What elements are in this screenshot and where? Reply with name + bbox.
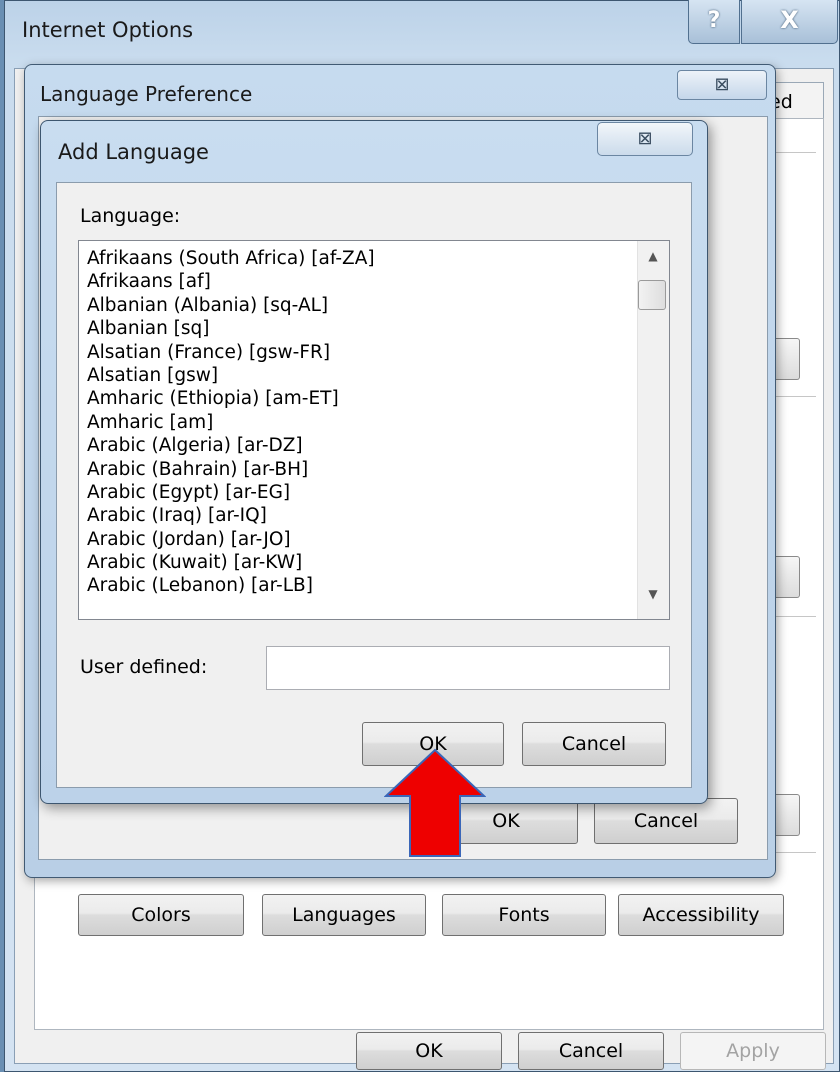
language-option[interactable]: Arabic (Lebanon) [ar-LB] xyxy=(87,574,627,597)
add-language-title: Add Language xyxy=(58,140,209,164)
red-arrow-icon xyxy=(384,748,486,857)
scroll-up-arrow-icon[interactable]: ▲ xyxy=(643,248,663,264)
group-divider xyxy=(776,152,816,153)
hidden-button-1[interactable] xyxy=(776,338,800,380)
language-option[interactable]: Arabic (Kuwait) [ar-KW] xyxy=(87,551,627,574)
language-option[interactable]: Arabic (Iraq) [ar-IQ] xyxy=(87,504,627,527)
language-option[interactable]: Amharic (Ethiopia) [am-ET] xyxy=(87,387,627,410)
language-listbox[interactable]: Afrikaans (South Africa) [af-ZA] Afrikaa… xyxy=(78,240,670,620)
language-preference-title: Language Preference xyxy=(40,82,253,106)
language-preference-close-button[interactable]: ⊠ xyxy=(677,70,767,100)
hidden-button-3[interactable] xyxy=(776,794,800,836)
language-option[interactable]: Afrikaans [af] xyxy=(87,270,627,293)
help-button[interactable]: ? xyxy=(688,0,740,44)
fonts-button[interactable]: Fonts xyxy=(442,894,606,936)
internet-options-cancel-button[interactable]: Cancel xyxy=(518,1032,664,1070)
colors-button[interactable]: Colors xyxy=(78,894,244,936)
language-option[interactable]: Alsatian (France) [gsw-FR] xyxy=(87,341,627,364)
hidden-button-2[interactable] xyxy=(776,556,800,598)
language-preference-cancel-button[interactable]: Cancel xyxy=(594,798,738,844)
group-divider xyxy=(776,396,816,397)
language-label: Language: xyxy=(80,205,181,227)
language-option[interactable]: Arabic (Algeria) [ar-DZ] xyxy=(87,434,627,457)
window-close-button[interactable]: X xyxy=(741,0,838,44)
languages-button[interactable]: Languages xyxy=(262,894,426,936)
language-option[interactable]: Afrikaans (South Africa) [af-ZA] xyxy=(87,247,627,270)
language-option[interactable]: Albanian (Albania) [sq-AL] xyxy=(87,294,627,317)
language-option[interactable]: Arabic (Bahrain) [ar-BH] xyxy=(87,458,627,481)
language-option[interactable]: Arabic (Jordan) [ar-JO] xyxy=(87,528,627,551)
user-defined-label: User defined: xyxy=(80,656,208,678)
group-divider xyxy=(776,852,816,853)
scroll-down-arrow-icon[interactable]: ▼ xyxy=(643,586,663,602)
scroll-thumb[interactable] xyxy=(638,280,666,310)
add-language-close-button[interactable]: ⊠ xyxy=(597,122,693,156)
internet-options-ok-button[interactable]: OK xyxy=(356,1032,502,1070)
language-option[interactable]: Albanian [sq] xyxy=(87,317,627,340)
accessibility-button[interactable]: Accessibility xyxy=(618,894,784,936)
group-divider xyxy=(776,616,816,617)
language-option[interactable]: Amharic [am] xyxy=(87,411,627,434)
internet-options-title: Internet Options xyxy=(22,18,194,42)
apply-button[interactable]: Apply xyxy=(680,1032,826,1070)
add-language-cancel-button[interactable]: Cancel xyxy=(522,722,666,766)
user-defined-input[interactable] xyxy=(266,646,670,690)
language-option[interactable]: Alsatian [gsw] xyxy=(87,364,627,387)
language-option[interactable]: Arabic (Egypt) [ar-EG] xyxy=(87,481,627,504)
